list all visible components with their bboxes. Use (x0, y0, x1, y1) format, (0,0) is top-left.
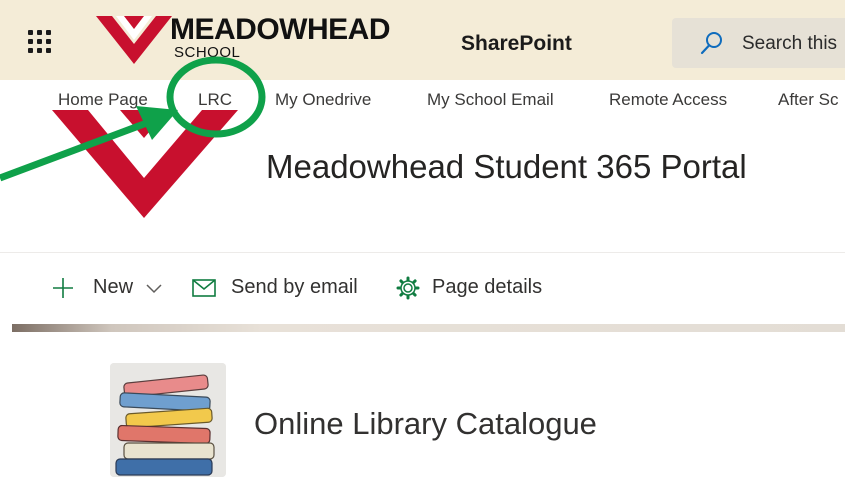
chevron-down-icon[interactable] (146, 281, 162, 295)
nav-item-home-page[interactable]: Home Page (58, 89, 148, 111)
app-launcher-icon[interactable] (24, 26, 54, 56)
hero-banner (12, 324, 845, 332)
plus-icon[interactable] (52, 277, 74, 299)
mail-icon[interactable] (192, 279, 216, 297)
page-details-button[interactable]: Page details (432, 272, 542, 302)
quick-link-thumbnail[interactable] (110, 363, 226, 477)
gear-icon[interactable] (396, 276, 420, 300)
nav-item-my-school-email[interactable]: My School Email (427, 89, 554, 111)
nav-item-my-onedrive[interactable]: My Onedrive (275, 89, 371, 111)
quick-link-label[interactable]: Online Library Catalogue (254, 405, 597, 443)
school-logo-icon[interactable] (96, 12, 176, 64)
search-box[interactable]: Search this (672, 18, 845, 68)
sharepoint-title[interactable]: SharePoint (461, 31, 572, 57)
site-logo-icon (52, 110, 238, 218)
suite-bar: MEADOWHEAD SCHOOL SharePoint Search this (0, 0, 845, 80)
nav-item-lrc[interactable]: LRC (198, 89, 232, 111)
nav-item-remote-access[interactable]: Remote Access (609, 89, 727, 111)
send-by-email-button[interactable]: Send by email (231, 272, 358, 302)
books-stack-icon (110, 363, 226, 477)
page-title: Meadowhead Student 365 Portal (266, 148, 747, 185)
new-button[interactable]: New (93, 272, 133, 302)
divider (0, 252, 845, 253)
search-input[interactable]: Search this (742, 33, 837, 55)
nav-item-after-school[interactable]: After Sc (778, 89, 838, 111)
logo-subtitle: SCHOOL (174, 44, 241, 61)
logo-wordmark[interactable]: MEADOWHEAD (170, 13, 391, 47)
hub-navigation: Home Page LRC My Onedrive My School Emai… (0, 80, 845, 120)
search-icon (700, 32, 722, 55)
